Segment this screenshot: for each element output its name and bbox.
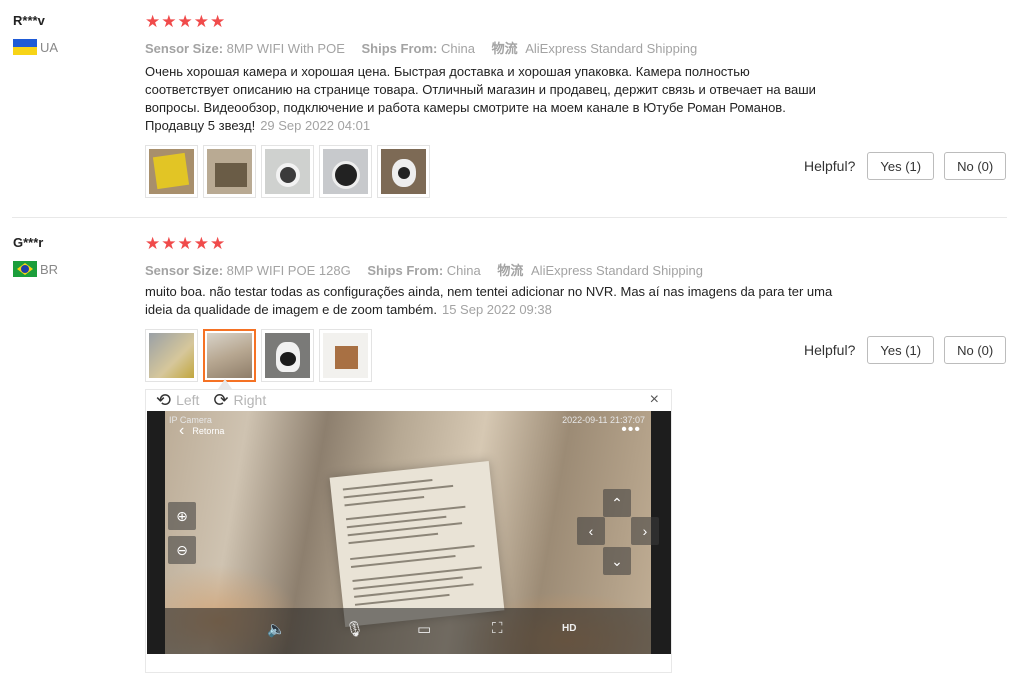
helpful-label: Helpful? bbox=[804, 342, 856, 358]
star-rating: ★ ★ ★ ★ ★ bbox=[145, 235, 225, 252]
review-photo-thumbnail[interactable] bbox=[377, 145, 430, 198]
review-attributes: Sensor Size: 8MP WIFI With POE Ships Fro… bbox=[145, 41, 698, 56]
reviewer-country: UA bbox=[13, 39, 58, 55]
speaker-mute-icon: 🔈 bbox=[267, 621, 286, 638]
review-photos bbox=[145, 145, 430, 198]
rotate-left-icon: ⟲ bbox=[156, 390, 172, 410]
ptz-up-icon: ⌃ bbox=[603, 489, 631, 517]
shipping-icon: 物流 bbox=[497, 263, 524, 278]
helpful-yes-button[interactable]: Yes (1) bbox=[867, 152, 935, 180]
review-photo-thumbnail[interactable] bbox=[203, 145, 256, 198]
review-photo-thumbnail[interactable] bbox=[319, 145, 372, 198]
review-photo-thumbnail[interactable] bbox=[319, 329, 372, 382]
snapshot-icon: ⛶ bbox=[492, 620, 503, 637]
star-icon: ★ bbox=[193, 12, 209, 31]
viewer-pointer bbox=[218, 379, 232, 389]
reviewer-name: G***r bbox=[13, 235, 44, 250]
review-date: 29 Sep 2022 04:01 bbox=[260, 118, 371, 133]
review-photo-thumbnail-selected[interactable] bbox=[203, 329, 256, 382]
review-photo-thumbnail[interactable] bbox=[261, 145, 314, 198]
video-record-icon: ▭ bbox=[417, 621, 432, 638]
reviewer-country: BR bbox=[13, 261, 58, 277]
review-date: 15 Sep 2022 09:38 bbox=[441, 302, 552, 317]
hd-quality-label: HD bbox=[562, 623, 577, 634]
ptz-down-icon: ⌄ bbox=[603, 547, 631, 575]
brazil-flag-icon bbox=[13, 261, 37, 277]
viewer-toolbar: ⟲ Left ⟳ Right bbox=[156, 390, 266, 410]
star-icon: ★ bbox=[161, 12, 177, 31]
close-icon[interactable]: × bbox=[650, 390, 659, 410]
microphone-icon: 🎙 bbox=[345, 621, 365, 638]
camera-back-button: ‹ Retorna bbox=[179, 422, 225, 439]
star-icon: ★ bbox=[193, 234, 209, 253]
photo-viewer: ⟲ Left ⟳ Right × IP Camera 2022-09-11 21… bbox=[145, 389, 672, 673]
star-icon: ★ bbox=[145, 234, 161, 253]
star-icon: ★ bbox=[177, 234, 193, 253]
helpful-yes-button[interactable]: Yes (1) bbox=[867, 336, 935, 364]
review-attributes: Sensor Size: 8MP WIFI POE 128G Ships Fro… bbox=[145, 263, 704, 278]
star-icon: ★ bbox=[210, 12, 226, 31]
helpful-no-button[interactable]: No (0) bbox=[944, 336, 1007, 364]
review-photo-thumbnail[interactable] bbox=[261, 329, 314, 382]
reviewer-name: R***v bbox=[13, 13, 45, 28]
camera-control-bar: 🔈 🎙 ▭ ⛶ HD bbox=[147, 620, 671, 648]
zoom-in-icon: ⊕ bbox=[168, 502, 196, 530]
review-item: R***v UA ★ ★ ★ ★ ★ Sensor Size: 8MP WIFI… bbox=[0, 0, 1024, 217]
ukraine-flag-icon bbox=[13, 39, 37, 55]
chevron-left-icon: ‹ bbox=[179, 422, 185, 439]
zoom-out-icon: ⊖ bbox=[168, 536, 196, 564]
more-icon: ••• bbox=[621, 421, 641, 438]
star-icon: ★ bbox=[177, 12, 193, 31]
star-icon: ★ bbox=[210, 234, 226, 253]
rotate-left-button[interactable]: ⟲ Left bbox=[156, 391, 199, 409]
rotate-right-icon: ⟳ bbox=[213, 390, 229, 410]
rotate-right-button[interactable]: ⟳ Right bbox=[213, 391, 266, 409]
shipping-icon: 物流 bbox=[491, 41, 518, 56]
review-photo-thumbnail[interactable] bbox=[145, 145, 198, 198]
ptz-right-icon: › bbox=[631, 517, 659, 545]
helpful-no-button[interactable]: No (0) bbox=[944, 152, 1007, 180]
review-photos bbox=[145, 329, 372, 382]
review-photo-thumbnail[interactable] bbox=[145, 329, 198, 382]
helpful-label: Helpful? bbox=[804, 158, 856, 174]
enlarged-review-photo: IP Camera 2022-09-11 21:37:07 ‹ Retorna … bbox=[147, 411, 671, 654]
star-icon: ★ bbox=[161, 234, 177, 253]
review-text: muito boa. não testar todas as configura… bbox=[145, 284, 833, 317]
helpful-vote: Helpful? Yes (1) No (0) bbox=[804, 152, 1007, 180]
star-rating: ★ ★ ★ ★ ★ bbox=[145, 13, 225, 30]
helpful-vote: Helpful? Yes (1) No (0) bbox=[804, 336, 1007, 364]
receipt-paper bbox=[329, 461, 505, 627]
star-icon: ★ bbox=[145, 12, 161, 31]
review-text: Очень хорошая камера и хорошая цена. Быс… bbox=[145, 64, 816, 133]
ptz-left-icon: ‹ bbox=[577, 517, 605, 545]
